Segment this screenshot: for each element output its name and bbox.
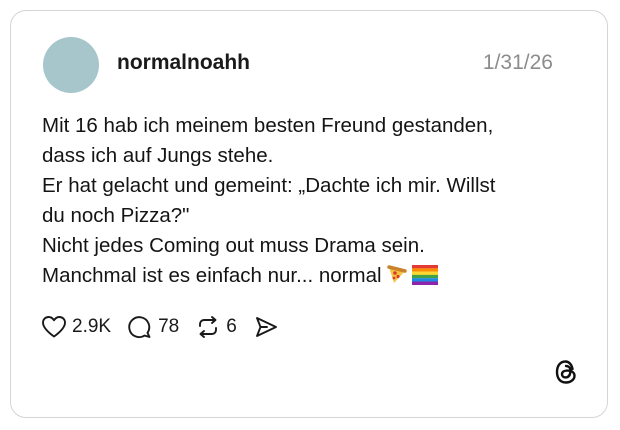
share-button[interactable] bbox=[253, 315, 279, 339]
repost-icon bbox=[195, 315, 221, 339]
post-text-line: Mit 16 hab ich meinem besten Freund gest… bbox=[42, 114, 494, 137]
post-text-line: Nicht jedes Coming out muss Drama sein. bbox=[42, 234, 425, 257]
post-text-line: du noch Pizza?" bbox=[42, 204, 190, 227]
pizza-emoji-icon bbox=[386, 263, 408, 294]
post-text-line: Manchmal ist es einfach nur... normal bbox=[42, 264, 382, 287]
post-card: normalnoahh 1/31/26 Mit 16 hab ich meine… bbox=[10, 10, 608, 418]
repost-button[interactable]: 6 bbox=[195, 315, 237, 339]
post-text-last-line: Manchmal ist es einfach nur... normal bbox=[42, 261, 582, 294]
avatar[interactable] bbox=[43, 37, 99, 93]
repost-count: 6 bbox=[226, 316, 237, 337]
reply-bubble-icon bbox=[127, 315, 153, 339]
rainbow-flag-emoji-icon bbox=[411, 264, 438, 294]
post-text: Mit 16 hab ich meinem besten Freund gest… bbox=[42, 111, 582, 294]
reply-count: 78 bbox=[158, 316, 180, 337]
post-text-line: dass ich auf Jungs stehe. bbox=[42, 144, 274, 167]
threads-logo-icon[interactable] bbox=[553, 358, 579, 391]
post-text-line: Er hat gelacht und gemeint: „Dachte ich … bbox=[42, 174, 496, 197]
action-bar: 2.9K 78 6 bbox=[41, 315, 295, 339]
share-icon bbox=[253, 315, 279, 339]
post-date: 1/31/26 bbox=[482, 51, 553, 74]
like-count: 2.9K bbox=[72, 316, 112, 337]
username[interactable]: normalnoahh bbox=[117, 51, 250, 75]
heart-icon bbox=[41, 315, 67, 339]
like-button[interactable]: 2.9K bbox=[41, 315, 111, 339]
reply-button[interactable]: 78 bbox=[127, 315, 179, 339]
